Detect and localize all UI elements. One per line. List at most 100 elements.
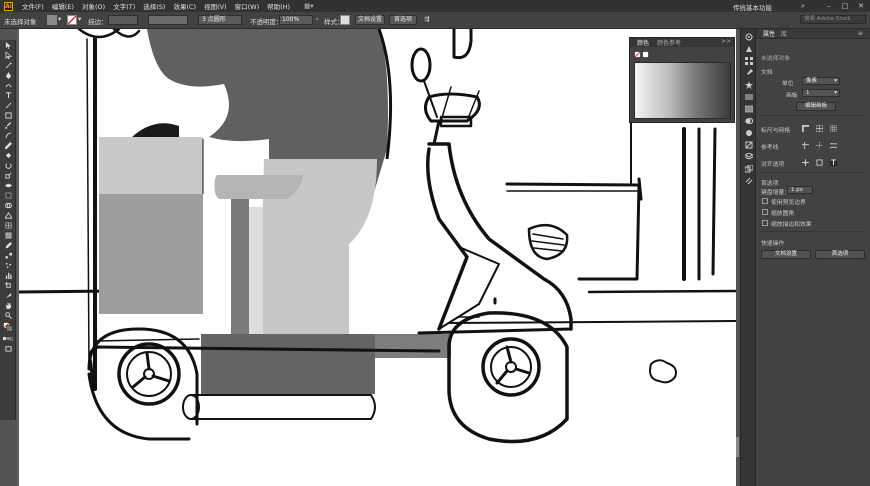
menu-window[interactable]: 窗口(W)	[231, 1, 264, 11]
pencil-tool-icon[interactable]	[1, 141, 15, 150]
mesh-tool-icon[interactable]	[1, 221, 15, 230]
line-tool-icon[interactable]	[1, 101, 15, 110]
document-setup-button[interactable]: 文档设置	[761, 250, 811, 259]
brushes-icon[interactable]	[744, 68, 754, 77]
preferences-button[interactable]: 首选项	[815, 250, 865, 259]
canvas-vertical-scrollbar[interactable]	[736, 29, 739, 486]
arrange-icon[interactable]: ⇶	[424, 15, 429, 23]
symbol-sprayer-tool-icon[interactable]	[1, 261, 15, 270]
scroll-thumb[interactable]	[736, 437, 739, 457]
direct-selection-tool-icon[interactable]	[1, 51, 15, 60]
color-panel-icon[interactable]	[744, 32, 754, 41]
magic-wand-tool-icon[interactable]	[1, 61, 15, 70]
eraser-tool-icon[interactable]	[1, 151, 15, 160]
fill-stroke-swatches-icon[interactable]	[1, 321, 15, 333]
graphic-style-swatch[interactable]	[340, 15, 350, 25]
close-icon[interactable]: ✕	[856, 1, 866, 11]
grid-icon[interactable]	[816, 125, 823, 132]
tab-properties[interactable]: 属性	[760, 29, 778, 38]
free-transform-tool-icon[interactable]	[1, 191, 15, 200]
edit-artboards-button[interactable]: 编辑画板	[796, 102, 836, 111]
variable-width-profile[interactable]	[148, 15, 188, 25]
document-setup-button[interactable]: 文档设置	[355, 15, 385, 25]
pen-tool-icon[interactable]	[1, 71, 15, 80]
graphic-styles-icon[interactable]	[744, 140, 754, 149]
tab-libraries[interactable]: 库	[778, 29, 790, 38]
keyboard-increment-field[interactable]: 1 px	[787, 186, 813, 194]
symbols-icon[interactable]	[744, 80, 754, 89]
use-preview-bounds-checkbox[interactable]	[762, 198, 768, 204]
guides-icon[interactable]	[802, 142, 809, 149]
gradient-panel-icon[interactable]	[744, 104, 754, 113]
stroke-dropdown-icon[interactable]: ▾	[78, 15, 81, 23]
menu-file[interactable]: 文件(F)	[18, 1, 48, 11]
fill-swatch[interactable]	[47, 15, 57, 25]
curvature-tool-icon[interactable]	[1, 81, 15, 90]
lock-guides-icon[interactable]	[816, 142, 823, 149]
perspective-grid-tool-icon[interactable]	[1, 211, 15, 220]
hand-tool-icon[interactable]	[1, 301, 15, 310]
smart-guides-icon[interactable]	[830, 142, 837, 149]
panel-options-icon[interactable]: ≡	[855, 29, 866, 39]
preferences-button[interactable]: 首选项	[389, 15, 417, 25]
minimize-icon[interactable]: –	[824, 1, 834, 11]
gradient-tool-icon[interactable]	[1, 231, 15, 240]
search-icon[interactable]: ⌕	[798, 1, 808, 11]
screen-mode-icon[interactable]	[1, 344, 15, 353]
rotate-tool-icon[interactable]	[1, 161, 15, 170]
swatches-icon[interactable]	[744, 56, 754, 65]
artboard-dropdown[interactable]: 1 ▾	[802, 89, 840, 97]
scale-tool-icon[interactable]	[1, 171, 15, 180]
scale-strokes-effects-checkbox[interactable]	[762, 220, 768, 226]
shape-builder-tool-icon[interactable]	[1, 201, 15, 210]
blend-tool-icon[interactable]	[1, 251, 15, 260]
units-dropdown[interactable]: 像素 ▾	[802, 77, 840, 85]
menu-edit[interactable]: 编辑(E)	[48, 1, 78, 11]
menu-view[interactable]: 视图(V)	[200, 1, 231, 11]
layers-icon[interactable]	[744, 152, 754, 161]
zoom-tool-icon[interactable]	[1, 311, 15, 320]
shaper-tool-icon[interactable]	[1, 131, 15, 140]
width-tool-icon[interactable]	[1, 181, 15, 190]
stock-search-field[interactable]: 搜索 Adobe Stock	[800, 15, 866, 24]
paintbrush-tool-icon[interactable]	[1, 121, 15, 130]
stroke-swatch[interactable]	[67, 15, 77, 25]
rectangle-tool-icon[interactable]	[1, 111, 15, 120]
fill-stroke-mini-swatches[interactable]	[634, 51, 650, 59]
color-spectrum[interactable]	[634, 62, 731, 119]
ruler-icon[interactable]	[802, 125, 809, 132]
snap-to-glyph-icon[interactable]	[830, 159, 837, 166]
opacity-field[interactable]: 100%	[279, 15, 313, 25]
opacity-dropdown-icon[interactable]: ›	[316, 15, 319, 23]
snap-to-pixel-icon[interactable]	[816, 159, 823, 166]
color-mode-icons[interactable]	[1, 334, 15, 343]
scale-corners-checkbox[interactable]	[762, 209, 768, 215]
pixel-grid-icon[interactable]	[830, 125, 837, 132]
appearance-icon[interactable]	[744, 128, 754, 137]
tab-color[interactable]: 颜色	[633, 38, 653, 47]
links-icon[interactable]	[744, 176, 754, 185]
slice-tool-icon[interactable]	[1, 291, 15, 300]
menu-effect[interactable]: 效果(C)	[169, 1, 200, 11]
menu-select[interactable]: 选择(S)	[139, 1, 169, 11]
fill-dropdown-icon[interactable]: ▾	[58, 15, 61, 23]
menu-type[interactable]: 文字(T)	[109, 1, 139, 11]
eyedropper-tool-icon[interactable]	[1, 241, 15, 250]
type-tool-icon[interactable]	[1, 91, 15, 100]
stroke-panel-icon[interactable]	[744, 92, 754, 101]
tab-color-guide[interactable]: 颜色参考	[653, 38, 685, 47]
column-graph-tool-icon[interactable]	[1, 271, 15, 280]
brush-definition[interactable]: 3 点圆形	[198, 15, 242, 25]
artboard-tool-icon[interactable]	[1, 281, 15, 290]
collapse-panel-icon[interactable]: >>	[721, 38, 731, 45]
snap-to-point-icon[interactable]	[802, 159, 809, 166]
menu-object[interactable]: 对象(O)	[78, 1, 109, 11]
artboards-icon[interactable]	[744, 164, 754, 173]
transparency-icon[interactable]	[744, 116, 754, 125]
color-guide-icon[interactable]	[744, 44, 754, 53]
arrange-documents-icon[interactable]: ▦▾	[300, 2, 317, 10]
menu-help[interactable]: 帮助(H)	[263, 1, 294, 11]
maximize-icon[interactable]: □	[840, 1, 850, 11]
stroke-weight-field[interactable]	[108, 15, 138, 25]
selection-tool-icon[interactable]	[1, 41, 15, 50]
